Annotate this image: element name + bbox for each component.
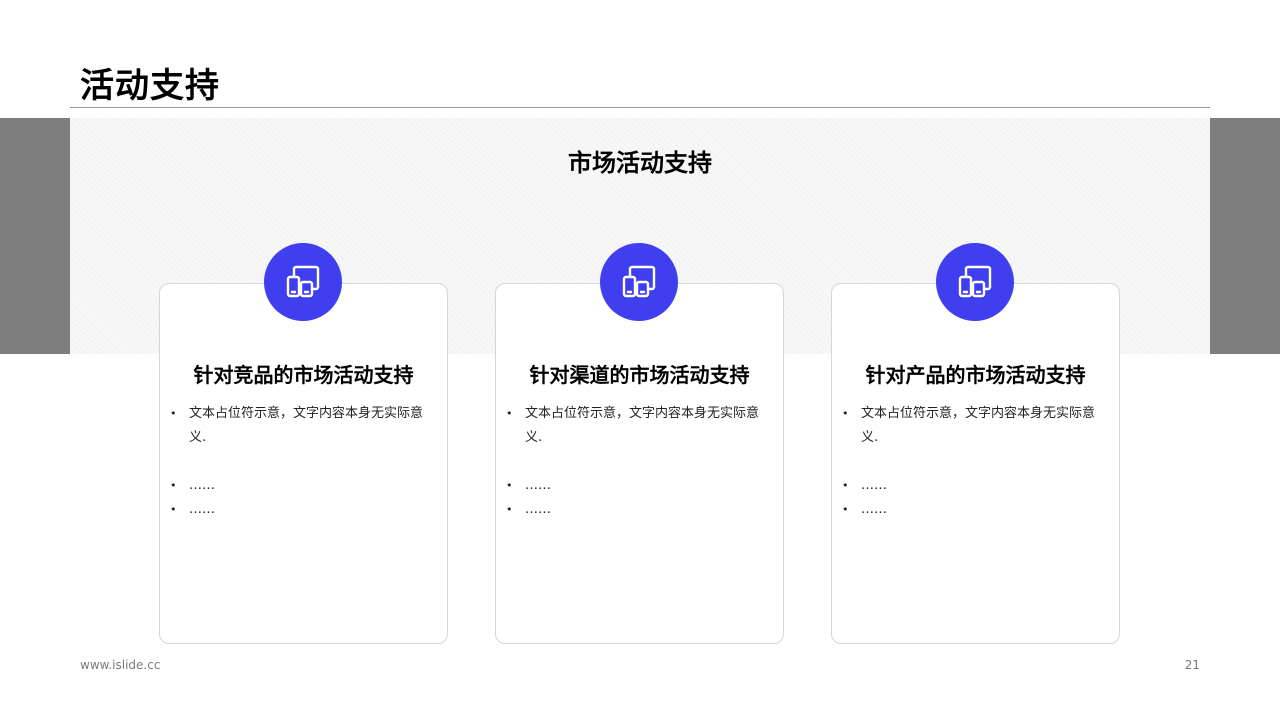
page-title: 活动支持 — [80, 66, 220, 106]
page-number: 21 — [1184, 658, 1200, 672]
card-bullet-list: 文本占位符示意，文字内容本身无实际意义. …… …… — [842, 402, 1105, 522]
card-bullet-list: 文本占位符示意，文字内容本身无实际意义. …… …… — [506, 402, 769, 522]
card-title: 针对竞品的市场活动支持 — [193, 363, 414, 387]
footer-url: www.islide.cc — [80, 658, 161, 672]
bullet-item: 文本占位符示意，文字内容本身无实际意义. — [842, 402, 1105, 450]
section-title: 市场活动支持 — [568, 149, 712, 177]
devices-icon — [600, 243, 678, 321]
bullet-item: …… — [506, 498, 769, 522]
devices-icon — [936, 243, 1014, 321]
card-title: 针对渠道的市场活动支持 — [529, 363, 750, 387]
bullet-item: …… — [842, 498, 1105, 522]
title-divider — [70, 107, 1210, 108]
bullet-item: 文本占位符示意，文字内容本身无实际意义. — [506, 402, 769, 450]
card-channel: 针对渠道的市场活动支持 文本占位符示意，文字内容本身无实际意义. …… …… — [495, 283, 784, 644]
bullet-item: …… — [170, 498, 433, 522]
card-title: 针对产品的市场活动支持 — [865, 363, 1086, 387]
card-competitor: 针对竞品的市场活动支持 文本占位符示意，文字内容本身无实际意义. …… …… — [159, 283, 448, 644]
bullet-item: 文本占位符示意，文字内容本身无实际意义. — [170, 402, 433, 450]
devices-icon — [264, 243, 342, 321]
card-bullet-list: 文本占位符示意，文字内容本身无实际意义. …… …… — [170, 402, 433, 522]
bullet-item: …… — [170, 474, 433, 498]
card-product: 针对产品的市场活动支持 文本占位符示意，文字内容本身无实际意义. …… …… — [831, 283, 1120, 644]
bullet-item: …… — [506, 474, 769, 498]
bullet-item: …… — [842, 474, 1105, 498]
